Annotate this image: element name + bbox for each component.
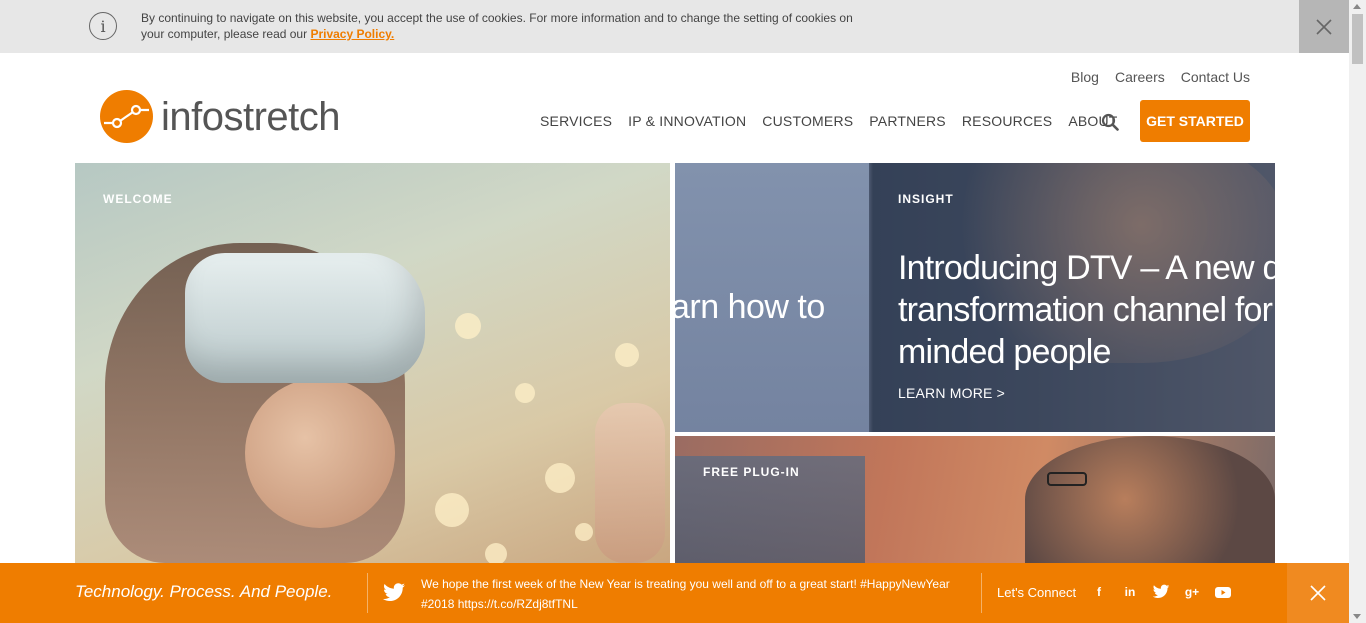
info-icon: i [89, 12, 117, 40]
search-icon[interactable] [1101, 113, 1119, 131]
utility-nav: Blog Careers Contact Us [1071, 69, 1250, 85]
bokeh-light [615, 343, 639, 367]
tagline: Technology. Process. And People. [75, 582, 333, 601]
get-started-button[interactable]: GET STARTED [1140, 100, 1250, 142]
insight-headline-line: minded people [898, 333, 1111, 371]
insight-tile[interactable]: arn how to INSIGHT Introducing DTV – A n… [675, 163, 1275, 432]
google-plus-icon[interactable]: g+ [1183, 583, 1201, 601]
bokeh-light [515, 383, 535, 403]
logo-wordmark: infostretch [161, 94, 341, 139]
linkedin-icon[interactable]: in [1121, 583, 1139, 601]
scroll-thumb[interactable] [1352, 14, 1363, 64]
man-photo [1025, 436, 1275, 563]
twitter-icon[interactable] [382, 583, 406, 603]
page-scrollbar[interactable] [1349, 0, 1366, 623]
nav-item-partners[interactable]: PARTNERS [869, 113, 946, 129]
insight-headline-line: Introducing DTV – A new d [898, 249, 1275, 287]
bokeh-light [435, 493, 469, 527]
twitter-small-icon[interactable] [1152, 583, 1170, 601]
person-face [245, 378, 395, 528]
previous-slide-text: arn how to [675, 288, 825, 326]
util-nav-careers[interactable]: Careers [1115, 69, 1165, 85]
cookie-notice-text: By continuing to navigate on this websit… [141, 11, 853, 41]
footer-bar: Technology. Process. And People. We hope… [0, 563, 1349, 623]
nav-item-ip-innovation[interactable]: IP & INNOVATION [628, 113, 746, 129]
site-logo[interactable]: infostretch [100, 90, 341, 143]
glasses [1047, 472, 1087, 486]
cookie-bar: i By continuing to navigate on this webs… [0, 0, 1349, 53]
logo-icon [100, 90, 153, 143]
nav-item-services[interactable]: SERVICES [540, 113, 612, 129]
person-hand [595, 403, 665, 563]
plugin-tile[interactable]: FREE PLUG-IN [675, 436, 1275, 563]
privacy-policy-link[interactable]: Privacy Policy. [310, 27, 394, 41]
facebook-icon[interactable]: f [1090, 583, 1108, 601]
lets-connect-label: Let's Connect [997, 585, 1077, 600]
util-nav-contact[interactable]: Contact Us [1181, 69, 1250, 85]
divider [367, 573, 368, 613]
bokeh-light [455, 313, 481, 339]
learn-more-link[interactable]: LEARN MORE > [898, 385, 1005, 401]
close-icon [1316, 18, 1332, 35]
youtube-icon[interactable] [1214, 583, 1232, 601]
footer-close-button[interactable] [1287, 563, 1349, 623]
main-nav: SERVICES IP & INNOVATION CUSTOMERS PARTN… [540, 113, 1118, 129]
divider [981, 573, 982, 613]
nav-item-resources[interactable]: RESOURCES [962, 113, 1052, 129]
close-icon [1310, 585, 1326, 601]
welcome-label: WELCOME [103, 192, 173, 206]
util-nav-blog[interactable]: Blog [1071, 69, 1099, 85]
scroll-down-arrow-icon[interactable] [1353, 614, 1361, 619]
bokeh-light [545, 463, 575, 493]
cookie-close-button[interactable] [1299, 0, 1349, 53]
latest-tweet[interactable]: We hope the first week of the New Year i… [421, 574, 966, 614]
cookie-notice: By continuing to navigate on this websit… [141, 10, 861, 42]
insight-headline-line: transformation channel for [898, 291, 1273, 329]
vr-headset [185, 253, 425, 383]
insight-headline: Introducing DTV – A new d transformation… [898, 247, 1275, 373]
bokeh-light [485, 543, 507, 563]
bokeh-light [575, 523, 593, 541]
welcome-tile[interactable]: WELCOME [75, 163, 670, 563]
nav-item-customers[interactable]: CUSTOMERS [762, 113, 853, 129]
insight-label: INSIGHT [898, 192, 954, 206]
plugin-label: FREE PLUG-IN [703, 465, 800, 479]
scroll-up-arrow-icon[interactable] [1353, 4, 1361, 9]
